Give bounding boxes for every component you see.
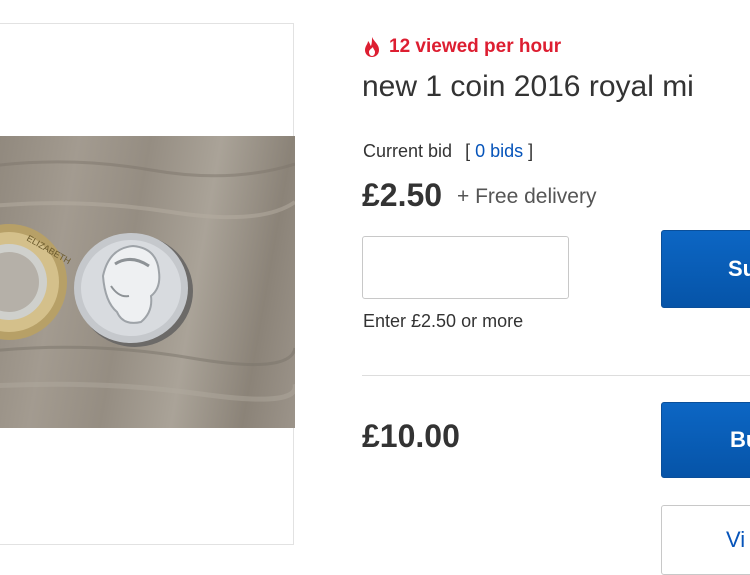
item-photo-frame: ELIZABETH (0, 23, 295, 545)
buy-now-label: Bu (730, 427, 750, 452)
views-per-hour: 12 viewed per hour (362, 36, 561, 58)
listing-title: new 1 coin 2016 royal mi (362, 70, 694, 103)
section-divider (362, 375, 750, 376)
bids-open-bracket: [ (465, 141, 471, 161)
item-photo[interactable]: ELIZABETH (0, 136, 295, 428)
submit-bid-label: Su (728, 256, 750, 281)
view-button-label: Vi (726, 527, 746, 552)
buy-now-price: £10.00 (362, 418, 460, 454)
view-button[interactable]: Vi (661, 505, 750, 575)
current-bid-label: Current bid (363, 141, 453, 161)
current-bid-row: Current bid [ 0 bids ] (363, 141, 533, 162)
views-text: 12 viewed per hour (389, 36, 562, 57)
bid-amount-input[interactable] (362, 236, 569, 299)
bids-count-link[interactable]: 0 bids (475, 141, 523, 161)
flame-icon (365, 37, 379, 57)
current-price: £2.50 (362, 177, 443, 213)
bid-hint: Enter £2.50 or more (363, 311, 524, 331)
buy-now-button[interactable]: Bu (661, 402, 750, 478)
submit-bid-button[interactable]: Su (661, 230, 750, 308)
bids-close-bracket: ] (528, 141, 534, 161)
delivery-info: + Free delivery (457, 185, 597, 208)
coins-image: ELIZABETH (0, 160, 295, 402)
